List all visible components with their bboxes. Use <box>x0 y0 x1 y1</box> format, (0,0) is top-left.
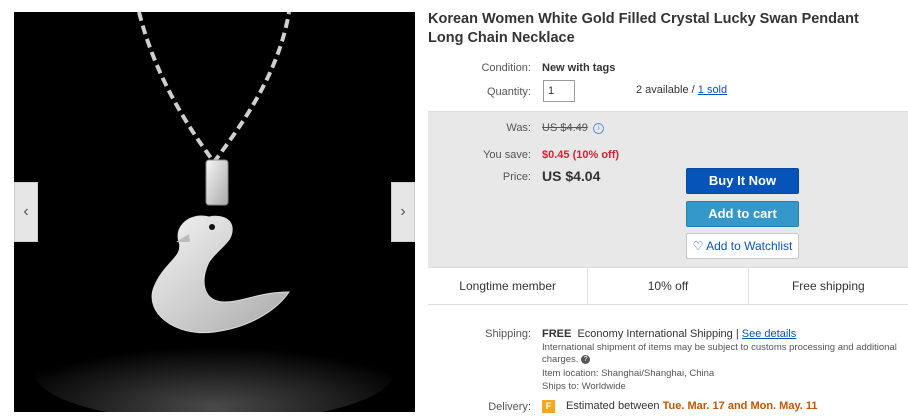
badge-longtime-member: Longtime member <box>428 268 589 304</box>
price-label: Price: <box>502 171 531 183</box>
gallery-next-button[interactable]: › <box>391 182 415 242</box>
sold-link[interactable]: 1 sold <box>698 84 727 96</box>
info-icon[interactable]: i <box>593 123 604 134</box>
see-details-link[interactable]: See details <box>742 328 796 340</box>
heart-icon: ♡ <box>692 239 704 253</box>
product-image <box>14 12 415 412</box>
chevron-left-icon: ‹ <box>23 203 29 220</box>
badge-free-shipping: Free shipping <box>791 279 865 293</box>
buy-now-button[interactable]: Buy It Now <box>686 168 799 194</box>
save-amount: $0.45 (10% off) <box>542 149 620 161</box>
customs-note-text: International shipment of items may be s… <box>542 342 897 365</box>
shipping-summary: FREE Economy International Shipping | Se… <box>542 328 796 340</box>
delivery-label: Delivery: <box>488 401 531 413</box>
product-image-gallery[interactable]: ‹ › <box>14 12 415 412</box>
available-count: 2 available / <box>636 84 698 96</box>
shipping-free: FREE <box>542 328 572 340</box>
customs-note: International shipment of items may be s… <box>542 342 904 366</box>
was-price: US $4.49 <box>542 122 588 134</box>
condition-label: Condition: <box>481 62 531 74</box>
save-label: You save: <box>483 149 531 161</box>
quantity-input[interactable]: 1 <box>543 80 575 102</box>
watchlist-label: Add to Watchlist <box>706 239 793 253</box>
current-price: US $4.04 <box>542 168 601 184</box>
listing-title: Korean Women White Gold Filled Crystal L… <box>428 11 859 46</box>
question-icon[interactable]: ? <box>581 354 591 364</box>
shipping-separator: | <box>735 328 739 340</box>
badge-discount: 10% off <box>588 268 749 304</box>
delivery-estimated-label: Estimated between <box>566 400 660 412</box>
price-panel <box>428 111 908 267</box>
add-to-watchlist-button[interactable]: ♡ Add to Watchlist <box>686 233 799 259</box>
condition-value: New with tags <box>542 62 616 74</box>
badge-row: Longtime member 10% off Free shipping <box>428 267 908 305</box>
gallery-prev-button[interactable]: ‹ <box>14 182 38 242</box>
delivery-dates: Tue. Mar. 17 and Mon. May. 11 <box>662 400 818 412</box>
delivery-flag-icon: F <box>542 400 555 413</box>
was-label: Was: <box>506 122 531 134</box>
shipping-method: Economy International Shipping <box>577 328 733 340</box>
delivery-estimate: Estimated between Tue. Mar. 17 and Mon. … <box>566 400 817 412</box>
ships-to: Ships to: Worldwide <box>542 381 626 392</box>
quantity-label: Quantity: <box>486 86 531 98</box>
item-location: Item location: Shanghai/Shanghai, China <box>542 368 715 379</box>
shipping-label: Shipping: <box>485 328 531 340</box>
add-to-cart-button[interactable]: Add to cart <box>686 201 799 227</box>
availability-text: 2 available / 1 sold <box>636 84 727 96</box>
chevron-right-icon: › <box>400 203 406 220</box>
